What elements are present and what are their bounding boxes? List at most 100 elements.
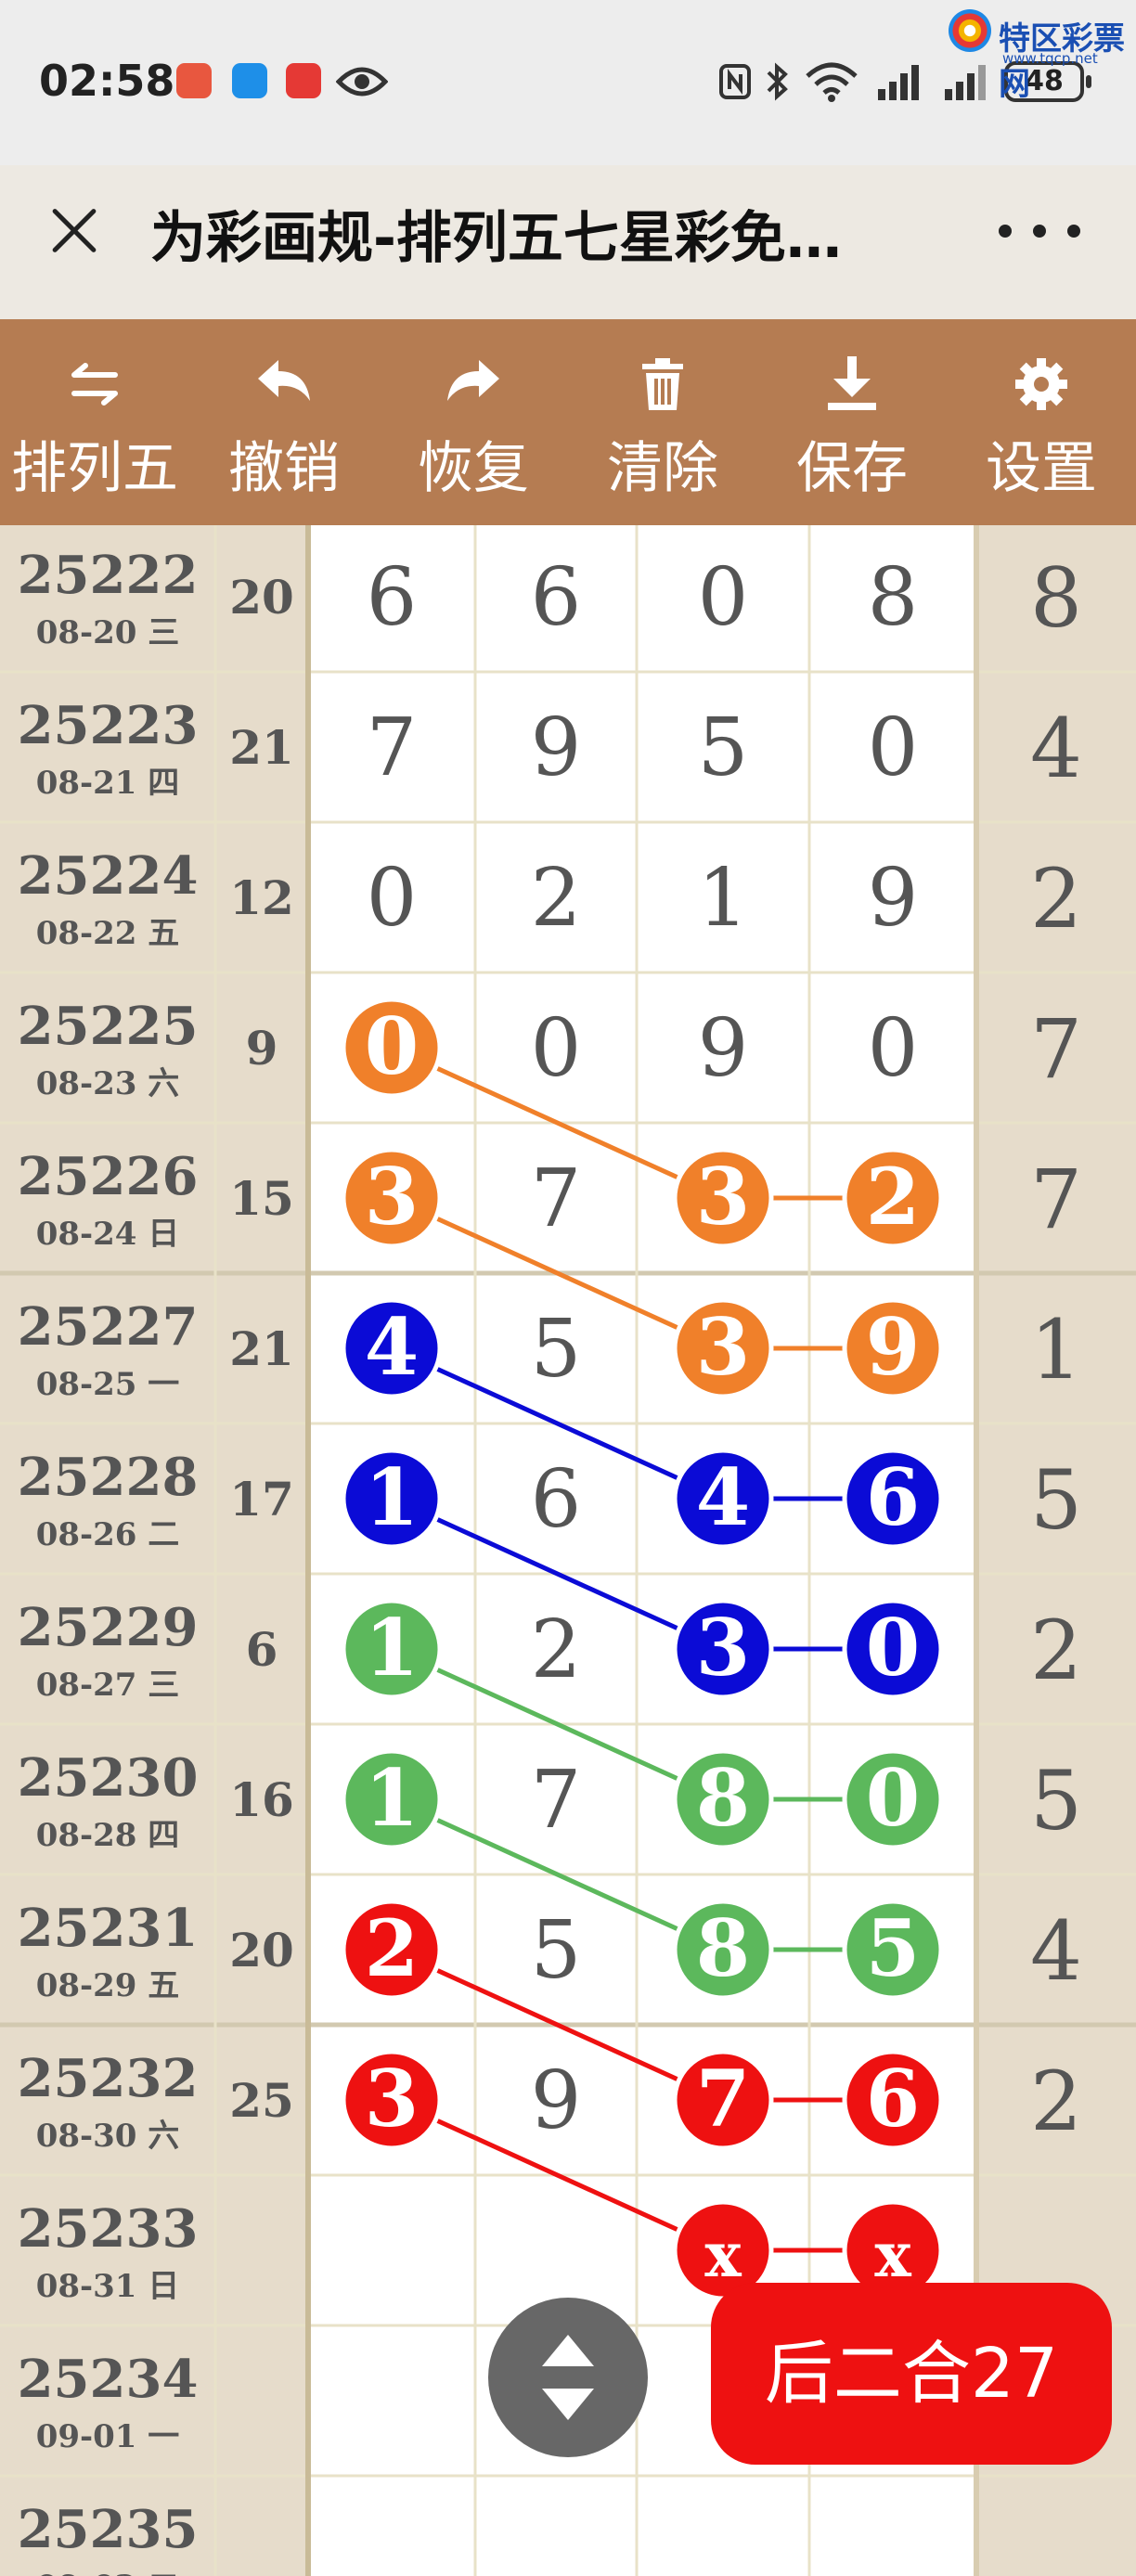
digit-sum: 17 — [229, 1472, 294, 1526]
digit[interactable]: 9 — [531, 702, 582, 794]
more-options-icon[interactable] — [993, 219, 1086, 241]
marked-digit: 8 — [696, 1752, 750, 1844]
marked-digit: 2 — [866, 1151, 920, 1243]
draw-date: 08-31 日 — [36, 2268, 180, 2305]
issue-number: 25232 — [18, 2048, 199, 2109]
table-row[interactable]: 25228 08-26 二 17 1 6 4 6 5 — [18, 1447, 1082, 1553]
status-bar: 02:58 48 特区彩票网 www.tqcp.net 为彩画规-排列五七星彩免… — [0, 0, 1136, 271]
redo-icon — [447, 360, 499, 401]
digit[interactable]: 6 — [531, 551, 582, 644]
marked-digit: 0 — [866, 1752, 920, 1844]
redo-button[interactable]: 恢复 — [379, 319, 568, 525]
marked-digit: 4 — [365, 1301, 419, 1393]
settings-label: 设置 — [986, 436, 1097, 501]
digit[interactable]: 6 — [531, 1453, 582, 1546]
watermark-logo-icon — [949, 9, 991, 52]
digit[interactable]: 0 — [868, 1002, 919, 1095]
last-two-sum-button[interactable]: 后二合27 — [711, 2283, 1112, 2465]
digit[interactable]: 6 — [367, 551, 418, 644]
digit[interactable]: 9 — [698, 1002, 749, 1095]
draw-date: 08-20 三 — [36, 614, 180, 651]
table-row[interactable]: 25230 08-28 四 16 1 7 8 0 5 — [18, 1747, 1082, 1854]
digit[interactable]: 9 — [531, 2054, 582, 2147]
lottery-type-button[interactable]: 排列五 — [0, 319, 189, 525]
up-down-arrows-icon — [542, 2335, 594, 2420]
marked-digit: 0 — [866, 1602, 920, 1694]
trash-icon — [642, 358, 683, 410]
digit[interactable]: 7 — [531, 1153, 582, 1245]
settings-button[interactable]: 设置 — [947, 319, 1136, 525]
marked-digit: 9 — [866, 1301, 920, 1393]
app-notification-icon — [176, 63, 212, 98]
table-row[interactable]: 25225 08-23 六 9 0 0 9 0 7 — [18, 996, 1082, 1102]
table-row[interactable]: 25229 08-27 三 6 1 2 3 0 2 — [18, 1597, 1082, 1704]
last-digit: 5 — [1030, 1452, 1082, 1548]
page-title: 为彩画规-排列五七星彩免… — [150, 206, 842, 271]
clear-button[interactable]: 清除 — [568, 319, 757, 525]
sum-column — [215, 525, 308, 2576]
digit-sum: 15 — [229, 1171, 294, 1226]
digit-sum: 21 — [229, 1321, 294, 1376]
table-row[interactable]: 25231 08-29 五 20 2 5 8 5 4 — [18, 1898, 1082, 2004]
digit[interactable]: 7 — [367, 702, 418, 794]
digit[interactable]: 0 — [531, 1002, 582, 1095]
table-row[interactable]: 25226 08-24 日 15 3 7 3 2 7 — [18, 1146, 1082, 1253]
close-icon[interactable] — [41, 197, 108, 264]
undo-label: 撤销 — [228, 436, 340, 501]
issue-number: 25230 — [18, 1747, 199, 1809]
digit[interactable]: 0 — [868, 702, 919, 794]
table-row[interactable]: 25224 08-22 五 12 0 2 1 9 2 — [18, 845, 1082, 952]
lottery-type-label: 排列五 — [11, 436, 178, 501]
table-row[interactable]: 25227 08-25 一 21 4 5 3 9 1 — [18, 1296, 1082, 1403]
trend-grid[interactable]: 25222 08-20 三 20 6 6 0 8 8 25223 08-21 四 21 7 9 5 0 4 25… — [0, 525, 1136, 2576]
eye-icon — [336, 67, 388, 97]
marked-digit: 3 — [696, 1301, 750, 1393]
last-digit: 7 — [1030, 1152, 1082, 1247]
table-row[interactable]: 25234 09-01 一 — [18, 2349, 199, 2455]
last-digit: 4 — [1030, 701, 1082, 796]
last-digit: 8 — [1030, 550, 1082, 646]
digit[interactable]: 9 — [868, 852, 919, 945]
undo-button[interactable]: 撤销 — [189, 319, 379, 525]
digit[interactable]: 5 — [698, 702, 749, 794]
digit[interactable]: 1 — [698, 852, 749, 945]
last-digit: 7 — [1030, 1001, 1082, 1097]
marked-digit: 6 — [866, 2053, 920, 2145]
issue-number: 25231 — [18, 1898, 199, 1959]
digit[interactable]: 0 — [367, 852, 418, 945]
table-row[interactable]: 25222 08-20 三 20 6 6 0 8 8 — [18, 545, 1082, 651]
marked-digit: 3 — [696, 1151, 750, 1243]
table-row[interactable]: 25232 08-30 六 25 3 9 7 6 2 — [18, 2048, 1082, 2155]
issue-number: 25227 — [18, 1296, 199, 1358]
gear-icon — [1015, 358, 1067, 410]
marked-digit: 1 — [365, 1602, 419, 1694]
save-label: 保存 — [796, 436, 908, 501]
table-row[interactable]: 25223 08-21 四 21 7 9 5 0 4 — [18, 695, 1082, 802]
marked-digit: 5 — [866, 1902, 920, 1994]
save-button[interactable]: 保存 — [757, 319, 947, 525]
issue-number: 25222 — [18, 545, 199, 606]
digit[interactable]: 5 — [531, 1303, 582, 1396]
message-notification-icon — [232, 63, 267, 98]
digit[interactable]: 2 — [531, 852, 582, 945]
last-digit: 2 — [1030, 2054, 1082, 2149]
digit[interactable]: 2 — [531, 1604, 582, 1696]
issue-number: 25235 — [18, 2499, 199, 2560]
digit[interactable]: 5 — [531, 1904, 582, 1997]
last-digit: 1 — [1030, 1302, 1082, 1397]
draw-date: 08-23 六 — [36, 1065, 180, 1102]
marked-digit: 8 — [696, 1902, 750, 1994]
marked-digit: 3 — [365, 2053, 419, 2145]
red-app-notification-icon — [286, 63, 321, 98]
nfc-icon — [719, 64, 751, 99]
scroll-toggle-button[interactable] — [488, 2298, 648, 2457]
last-digit: 2 — [1030, 851, 1082, 947]
digit[interactable]: 0 — [698, 551, 749, 644]
marked-digit: x — [704, 2219, 742, 2291]
digit[interactable]: 7 — [531, 1754, 582, 1847]
marked-digit: 2 — [365, 1902, 419, 1994]
digit-sum: 9 — [246, 1021, 278, 1075]
marked-digit: 1 — [365, 1752, 419, 1844]
digit[interactable]: 8 — [868, 551, 919, 644]
digit-sum: 16 — [229, 1772, 294, 1827]
